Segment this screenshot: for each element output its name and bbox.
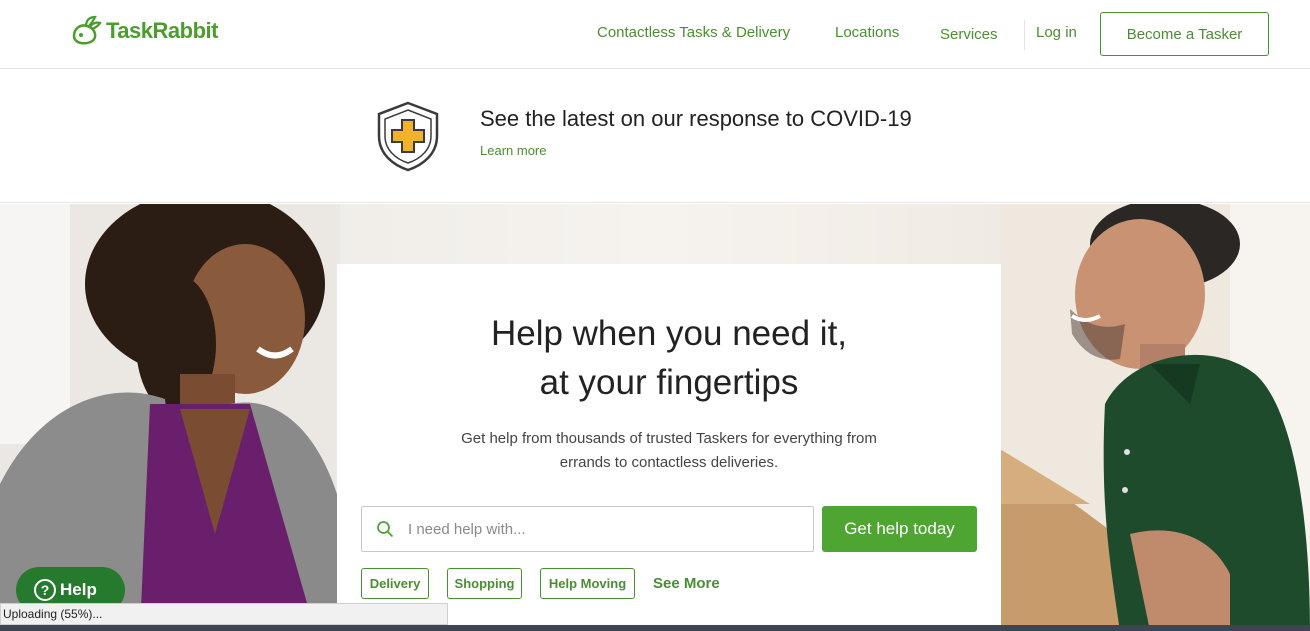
nav-contactless-tasks[interactable]: Contactless Tasks & Delivery <box>597 24 790 41</box>
hero-photo-man <box>1000 204 1310 631</box>
site-header: TaskRabbit Contactless Tasks & Delivery … <box>0 0 1310 69</box>
hero-section: Help when you need it, at your fingertip… <box>0 204 1310 631</box>
nav-services[interactable]: Services <box>940 26 998 43</box>
hero-subtitle-line-2: errands to contactless deliveries. <box>559 454 779 471</box>
hero-subtitle: Get help from thousands of trusted Taske… <box>337 427 1001 475</box>
chip-shopping[interactable]: Shopping <box>447 568 522 599</box>
os-taskbar <box>0 625 1310 631</box>
shield-plus-icon <box>377 101 439 172</box>
question-mark-icon: ? <box>34 579 56 601</box>
task-search-input[interactable] <box>408 507 808 551</box>
see-more-link[interactable]: See More <box>653 575 720 592</box>
covid-learn-more-link[interactable]: Learn more <box>480 143 546 158</box>
nav-locations[interactable]: Locations <box>835 24 899 41</box>
help-button-label: Help <box>60 580 97 599</box>
rabbit-logo-icon <box>72 15 102 45</box>
hero-title: Help when you need it, at your fingertip… <box>337 309 1001 407</box>
covid-banner: See the latest on our response to COVID-… <box>0 69 1310 203</box>
hero-subtitle-line-1: Get help from thousands of trusted Taske… <box>461 430 877 447</box>
search-icon <box>377 521 394 538</box>
hero-title-line-1: Help when you need it, <box>490 314 848 353</box>
task-search-box[interactable] <box>361 506 814 552</box>
hero-title-line-2: at your fingertips <box>539 363 799 402</box>
covid-banner-title: See the latest on our response to COVID-… <box>480 106 912 131</box>
nav-divider <box>1024 20 1025 50</box>
hero-search-card: Help when you need it, at your fingertip… <box>337 264 1001 631</box>
become-tasker-button[interactable]: Become a Tasker <box>1100 12 1269 56</box>
chip-delivery[interactable]: Delivery <box>361 568 429 599</box>
chip-help-moving[interactable]: Help Moving <box>540 568 635 599</box>
nav-log-in[interactable]: Log in <box>1036 24 1077 41</box>
get-help-today-button[interactable]: Get help today <box>822 506 977 552</box>
browser-status-bar: Uploading (55%)... <box>0 603 448 625</box>
taskrabbit-logo[interactable]: TaskRabbit <box>68 14 218 48</box>
logo-text: TaskRabbit <box>106 18 218 43</box>
